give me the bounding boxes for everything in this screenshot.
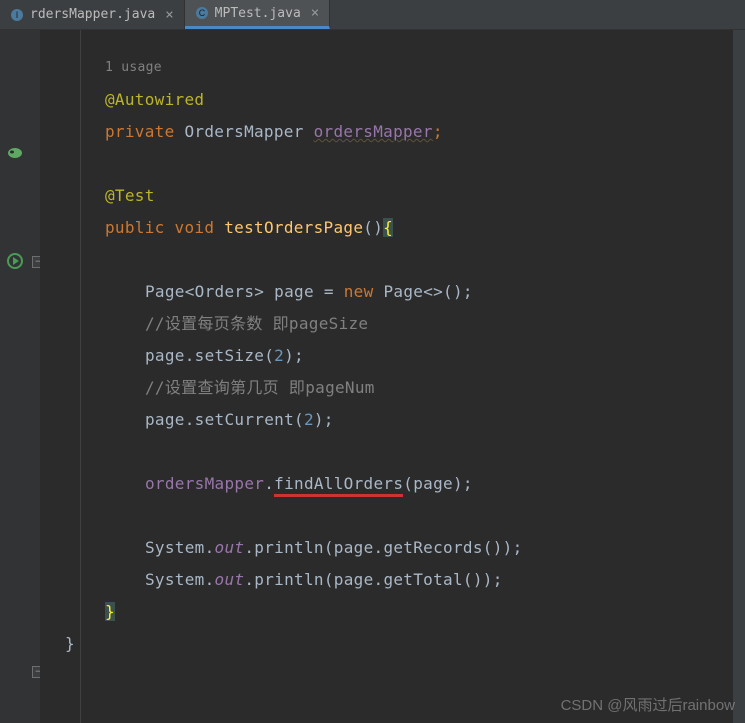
method-find-all-orders: findAllOrders xyxy=(274,474,403,497)
tab-mptest[interactable]: C MPTest.java × xyxy=(185,0,331,29)
java-class-icon: C xyxy=(195,6,209,20)
tab-orders-mapper[interactable]: I rdersMapper.java × xyxy=(0,0,185,29)
svg-text:I: I xyxy=(16,10,19,20)
svg-text:C: C xyxy=(198,8,205,18)
gutter: − − xyxy=(0,30,40,723)
tab-label: rdersMapper.java xyxy=(30,7,155,22)
field-orders-mapper: ordersMapper xyxy=(314,122,433,141)
run-test-icon[interactable] xyxy=(6,252,24,270)
tab-bar: I rdersMapper.java × C MPTest.java × xyxy=(0,0,745,30)
comment: //设置查询第几页 即pageNum xyxy=(145,378,375,397)
watermark: CSDN @风雨过后rainbow xyxy=(561,694,735,715)
close-icon[interactable]: × xyxy=(311,5,319,21)
bean-icon[interactable] xyxy=(6,144,24,162)
code-area[interactable]: 1 usage @Autowired private OrdersMapper … xyxy=(40,30,745,723)
annotation-test: @Test xyxy=(105,186,155,205)
editor-area: − − 1 usage @Autowired private OrdersMap… xyxy=(0,30,745,723)
java-class-icon: I xyxy=(10,8,24,22)
scrollbar[interactable] xyxy=(733,30,745,723)
annotation-autowired: @Autowired xyxy=(105,90,204,109)
comment: //设置每页条数 即pageSize xyxy=(145,314,368,333)
tab-label: MPTest.java xyxy=(215,6,301,21)
close-icon[interactable]: × xyxy=(165,7,173,23)
usage-hint[interactable]: 1 usage xyxy=(105,60,162,75)
method-name: testOrdersPage xyxy=(224,218,363,237)
